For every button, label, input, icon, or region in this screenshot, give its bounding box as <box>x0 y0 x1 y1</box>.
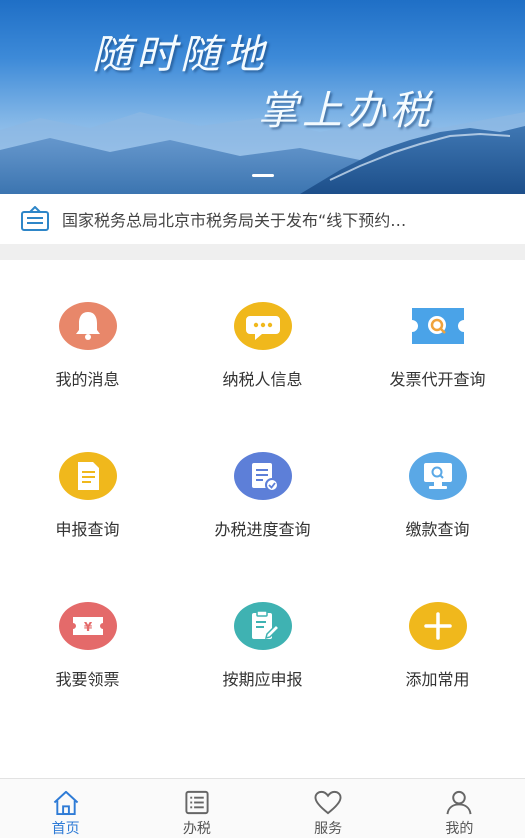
nav-label: 我的 <box>445 821 474 837</box>
progress-document-icon <box>233 450 292 502</box>
grid-item-taxpayer-info[interactable]: 纳税人信息 <box>175 260 350 410</box>
invoice-search-icon <box>409 300 467 352</box>
section-divider <box>0 244 525 260</box>
banner[interactable]: 随时随地 掌上办税 <box>0 0 525 194</box>
bottom-navigation: 首页 办税 服务 我的 <box>0 778 525 838</box>
home-icon <box>53 790 78 816</box>
monitor-search-icon <box>408 450 467 502</box>
grid-item-label: 按期应申报 <box>222 670 303 689</box>
grid-item-get-invoice[interactable]: ¥ 我要领票 <box>0 560 175 710</box>
document-icon <box>58 450 117 502</box>
grid-item-add-favorite[interactable]: 添加常用 <box>350 560 525 710</box>
grid-item-label: 发票代开查询 <box>389 370 486 389</box>
grid-item-label: 缴款查询 <box>405 520 470 539</box>
grid-item-label: 我的消息 <box>55 370 120 389</box>
nav-item-home[interactable]: 首页 <box>0 779 131 838</box>
notice-text: 国家税务总局北京市税务局关于发布“线下预约… <box>62 211 407 230</box>
grid-item-declaration-query[interactable]: 申报查询 <box>0 410 175 560</box>
grid-item-label: 添加常用 <box>405 670 470 689</box>
grid-item-periodic-declaration[interactable]: 按期应申报 <box>175 560 350 710</box>
nav-item-tax[interactable]: 办税 <box>131 779 262 838</box>
heart-icon <box>314 790 342 815</box>
chat-bubble-icon <box>233 300 292 352</box>
nav-item-service[interactable]: 服务 <box>263 779 394 838</box>
nav-label: 首页 <box>51 821 80 837</box>
function-grid: 我的消息 纳税人信息 发票代开查询 申报查询 办税进度查询 缴款查询 ¥ 我要领… <box>0 260 525 778</box>
plus-icon <box>408 600 467 652</box>
user-icon <box>446 790 472 815</box>
grid-item-label: 申报查询 <box>55 520 120 539</box>
list-icon <box>185 790 209 815</box>
notice-bar[interactable]: 国家税务总局北京市税务局关于发布“线下预约… <box>0 194 525 244</box>
banner-slogan-line1: 随时随地 <box>92 32 268 78</box>
grid-item-label: 纳税人信息 <box>222 370 303 389</box>
nav-label: 办税 <box>182 821 211 837</box>
grid-item-invoice-query[interactable]: 发票代开查询 <box>350 260 525 410</box>
clipboard-edit-icon <box>233 600 292 652</box>
nav-label: 服务 <box>314 821 343 837</box>
announcement-icon <box>21 206 49 231</box>
grid-item-payment-query[interactable]: 缴款查询 <box>350 410 525 560</box>
grid-item-label: 我要领票 <box>55 670 120 689</box>
nav-item-mine[interactable]: 我的 <box>394 779 525 838</box>
banner-slogan-line2: 掌上办税 <box>258 88 434 134</box>
carousel-indicator[interactable] <box>252 174 274 177</box>
bell-icon <box>58 300 117 352</box>
ticket-icon: ¥ <box>58 600 117 652</box>
grid-item-progress-query[interactable]: 办税进度查询 <box>175 410 350 560</box>
grid-item-my-messages[interactable]: 我的消息 <box>0 260 175 410</box>
svg-text:¥: ¥ <box>83 620 92 634</box>
grid-item-label: 办税进度查询 <box>214 520 311 539</box>
